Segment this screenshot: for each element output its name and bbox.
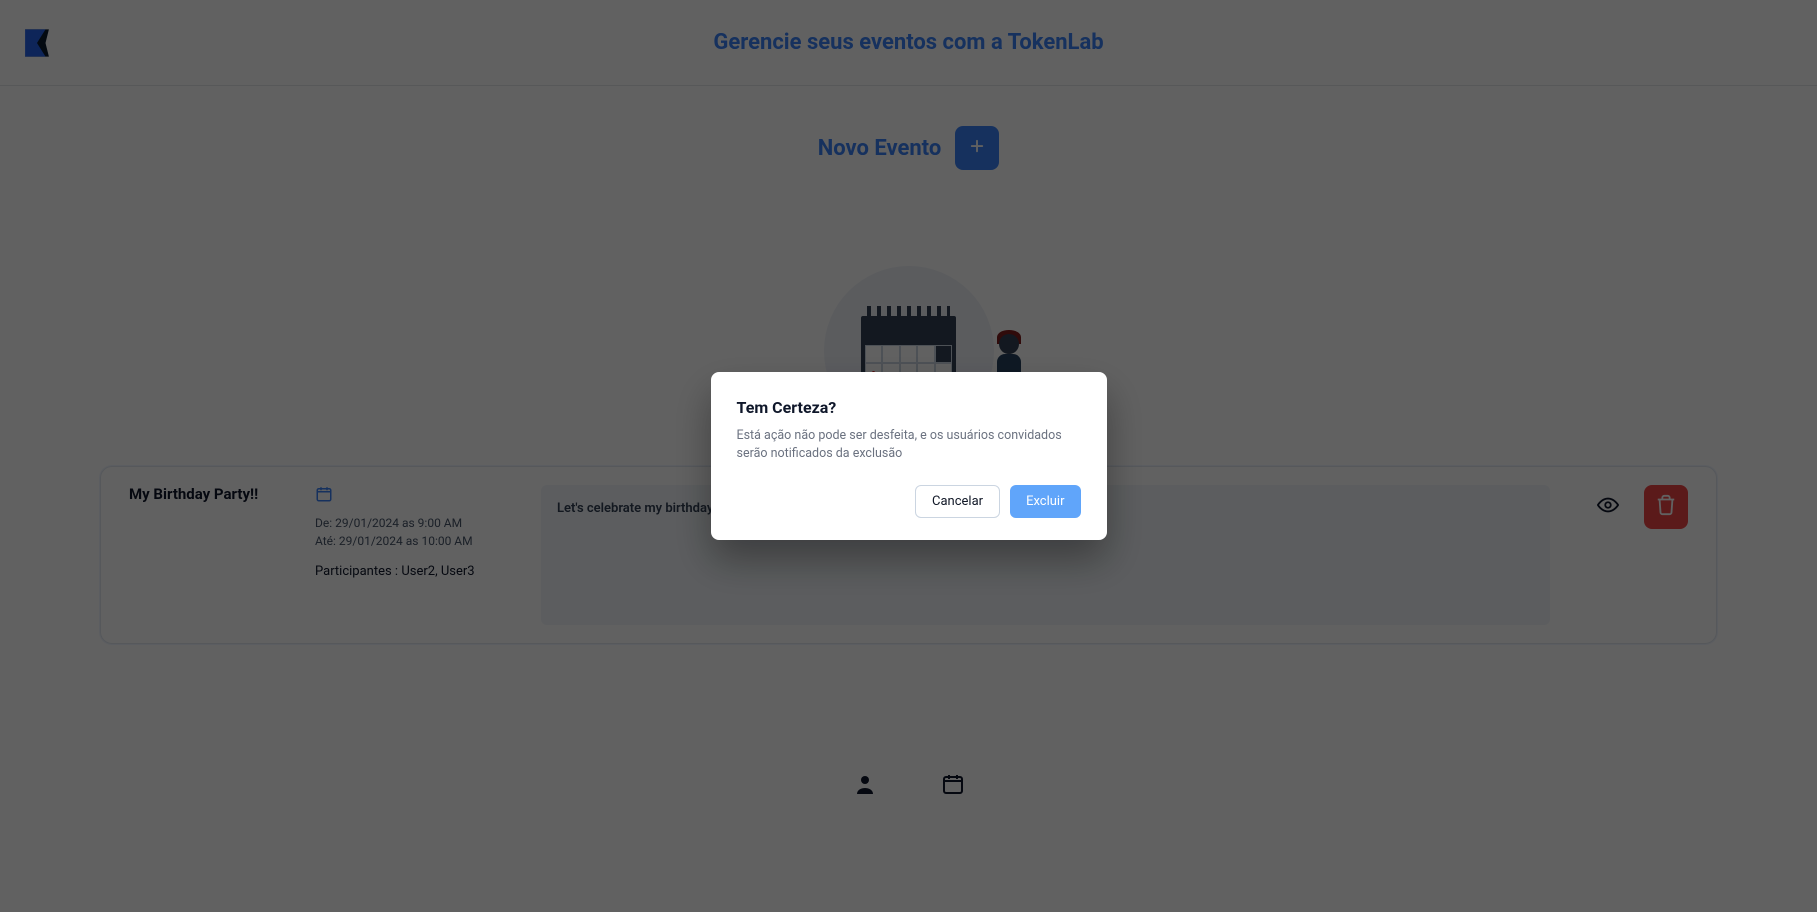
cancel-button[interactable]: Cancelar [915,485,1000,518]
confirm-delete-button[interactable]: Excluir [1010,485,1080,518]
dialog-body: Está ação não pode ser desfeita, e os us… [737,427,1081,463]
modal-backdrop[interactable]: Tem Certeza? Está ação não pode ser desf… [0,0,1817,912]
dialog-title: Tem Certeza? [737,398,1081,417]
dialog-actions: Cancelar Excluir [737,485,1081,518]
confirm-delete-dialog: Tem Certeza? Está ação não pode ser desf… [711,372,1107,540]
